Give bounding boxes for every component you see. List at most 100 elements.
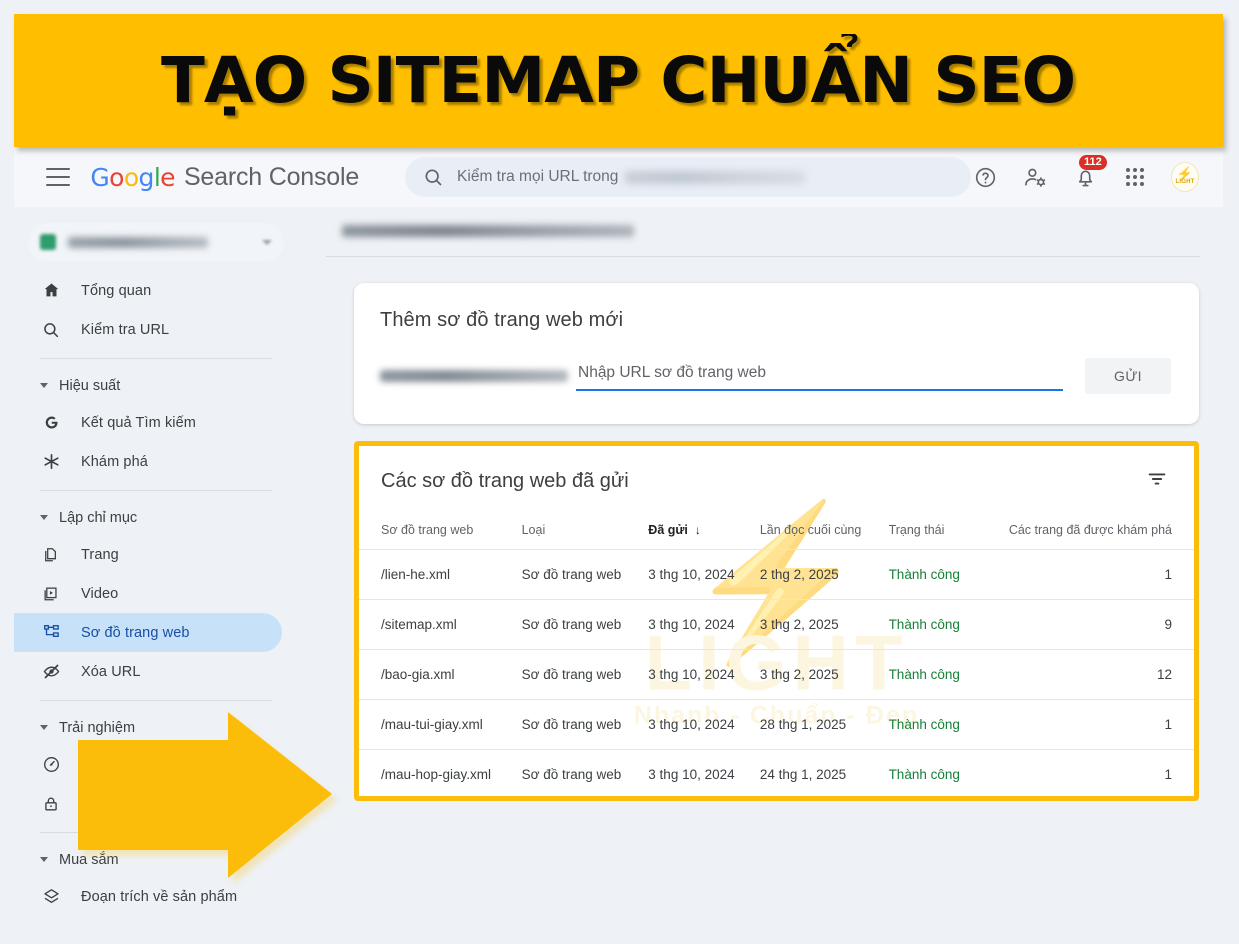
submitted-sitemaps-header: Các sơ đồ trang web đã gửi [359,446,1194,499]
sidebar-item-trang[interactable]: Trang [14,535,282,574]
sidebar-item-video[interactable]: Video [14,574,282,613]
table-row[interactable]: /mau-hop-giay.xml Sơ đồ trang web 3 thg … [359,749,1194,796]
cell-sitemap: /lien-he.xml [359,549,516,600]
sidebar-item-ket-qua-tim-kiem[interactable]: Kết quả Tìm kiếm [14,403,282,442]
cell-discovered: 1 [977,549,1194,600]
sidebar-item-tong-quan[interactable]: Tổng quan [14,271,282,310]
cell-sitemap: /mau-tui-giay.xml [359,699,516,750]
sort-descending-icon: ↓ [694,523,701,537]
submitted-sitemaps-card: ⚡ LIGHT Nhanh - Chuẩn - Đẹp Các sơ đồ tr… [354,441,1199,801]
sidebar-item-label: Video [81,585,119,602]
eye-off-icon [40,661,62,683]
add-sitemap-card: Thêm sơ đồ trang web mới GỬI [354,283,1199,424]
lock-icon [40,793,62,815]
column-header-discovered[interactable]: Các trang đã được khám phá [977,513,1194,550]
sidebar-group-label: Hiệu suất [59,377,121,394]
url-inspection-search[interactable]: Kiểm tra mọi URL trong [405,157,971,197]
table-row[interactable]: /mau-tui-giay.xml Sơ đồ trang web 3 thg … [359,699,1194,750]
cell-sitemap: /mau-hop-giay.xml [359,749,516,796]
column-header-sitemap[interactable]: Sơ đồ trang web [359,513,516,550]
table-row[interactable]: /bao-gia.xml Sơ đồ trang web 3 thg 10, 2… [359,649,1194,700]
column-header-status[interactable]: Trạng thái [883,513,978,550]
notification-bell-icon[interactable]: 112 [1071,155,1107,191]
table-row[interactable]: /mau-tem-dan.xml Sơ đồ trang web 3 thg 1… [359,800,1194,802]
property-icon [40,234,56,250]
column-header-submitted-label: Đã gửi [648,523,688,537]
breadcrumb-blurred-text [342,225,634,237]
cell-submitted: 3 thg 10, 2024 [642,800,754,802]
breadcrumb-divider [326,256,1200,257]
cell-discovered: 1 [977,749,1194,796]
sidebar-item-so-do-trang-web[interactable]: Sơ đồ trang web [14,613,282,652]
sidebar-group-label: Lập chỉ mục [59,509,138,526]
chevron-down-icon [262,239,272,245]
top-app-bar: Google Search Console Kiểm tra mọi URL t… [14,147,1223,207]
search-placeholder: Kiểm tra mọi URL trong [457,168,619,185]
search-icon [425,169,442,186]
avatar[interactable]: ⚡ LIGHT [1171,162,1199,192]
chevron-down-icon [40,515,48,520]
search-console-text: Search Console [183,162,360,191]
google-search-console-logo[interactable]: Google Search Console [90,163,359,192]
apps-grid-icon[interactable] [1121,163,1149,191]
pointer-arrow [78,712,337,884]
sidebar-item-label: Kiểm tra URL [81,321,170,338]
sidebar-item-kiem-tra-url[interactable]: Kiểm tra URL [14,310,282,349]
cell-type: Sơ đồ trang web [515,699,643,750]
cell-status: Thành công [882,549,978,600]
add-sitemap-row: GỬI [380,358,1171,394]
column-header-last-read[interactable]: Lần đọc cuối cùng [754,513,883,550]
account-settings-icon[interactable] [1021,163,1049,191]
breadcrumb [298,207,1223,237]
column-header-submitted[interactable]: Đã gửi ↓ [642,513,754,550]
avatar-bolt-icon: ⚡ [1176,166,1194,181]
main-content: Thêm sơ đồ trang web mới GỬI ⚡ LIGHT Nha… [298,207,1223,930]
sidebar-group-lap-chi-muc[interactable]: Lập chỉ mục [14,500,298,535]
cell-status: Thành công [882,749,978,796]
table-row[interactable]: /lien-he.xml Sơ đồ trang web 3 thg 10, 2… [359,549,1194,600]
add-sitemap-title: Thêm sơ đồ trang web mới [380,309,624,331]
top-bar-actions: 112 ⚡ LIGHT [971,155,1207,192]
cell-discovered: 1 [977,699,1194,750]
sidebar-item-label: Sơ đồ trang web [81,624,190,641]
submitted-sitemaps-title: Các sơ đồ trang web đã gửi [381,470,629,492]
chevron-down-icon [40,857,48,862]
cell-type: Sơ đồ trang web [515,749,643,796]
sidebar-item-kham-pha[interactable]: Khám phá [14,442,282,481]
notification-count-badge: 112 [1079,155,1107,170]
sidebar-divider [40,358,272,359]
submit-sitemap-button[interactable]: GỬI [1085,358,1171,394]
column-header-type[interactable]: Loại [516,513,643,550]
sidebar-group-hieu-suat[interactable]: Hiệu suất [14,368,298,403]
cell-submitted: 3 thg 10, 2024 [642,699,754,750]
cell-status: Thành công [883,800,978,802]
sidebar-item-xoa-url[interactable]: Xóa URL [14,652,282,691]
sitemap-url-prefix-blurred [380,370,568,382]
menu-hamburger-icon[interactable] [46,168,71,186]
filter-list-icon[interactable] [1142,464,1172,499]
sidebar-item-label: Tổng quan [81,282,152,299]
table-row[interactable]: /sitemap.xml Sơ đồ trang web 3 thg 10, 2… [359,599,1194,650]
cell-submitted: 3 thg 10, 2024 [642,599,754,650]
cell-last-read: 24 thg 1, 2025 [753,749,883,796]
avatar-label: LIGHT [1175,179,1195,185]
cell-last-read: 3 thg 2, 2025 [753,599,883,650]
cell-type: Sơ đồ trang web [515,649,643,700]
cell-sitemap: /mau-tem-dan.xml [359,800,516,802]
cell-last-read: 3 thg 2, 2025 [753,649,883,700]
table-header-row: Sơ đồ trang web Loại Đã gửi ↓ Lần đọc cuố… [359,513,1194,550]
property-name-blurred [68,236,208,248]
cell-last-read: 30 thg 1, 2025 [754,800,883,802]
help-circle-icon[interactable] [971,163,999,191]
table-header: Sơ đồ trang web Loại Đã gửi ↓ Lần đọc cuố… [359,513,1194,550]
cell-discovered: 1 [977,800,1194,802]
cell-type: Sơ đồ trang web [515,549,643,600]
cell-discovered: 12 [977,649,1194,700]
submitted-sitemaps-table: Sơ đồ trang web Loại Đã gửi ↓ Lần đọc cuố… [359,513,1194,802]
cell-status: Thành công [882,649,978,700]
chevron-down-icon [40,383,48,388]
property-selector[interactable] [28,223,284,261]
sitemap-url-input[interactable] [576,361,1063,391]
sidebar-item-label: Xóa URL [81,663,141,680]
cell-submitted: 3 thg 10, 2024 [642,749,754,796]
